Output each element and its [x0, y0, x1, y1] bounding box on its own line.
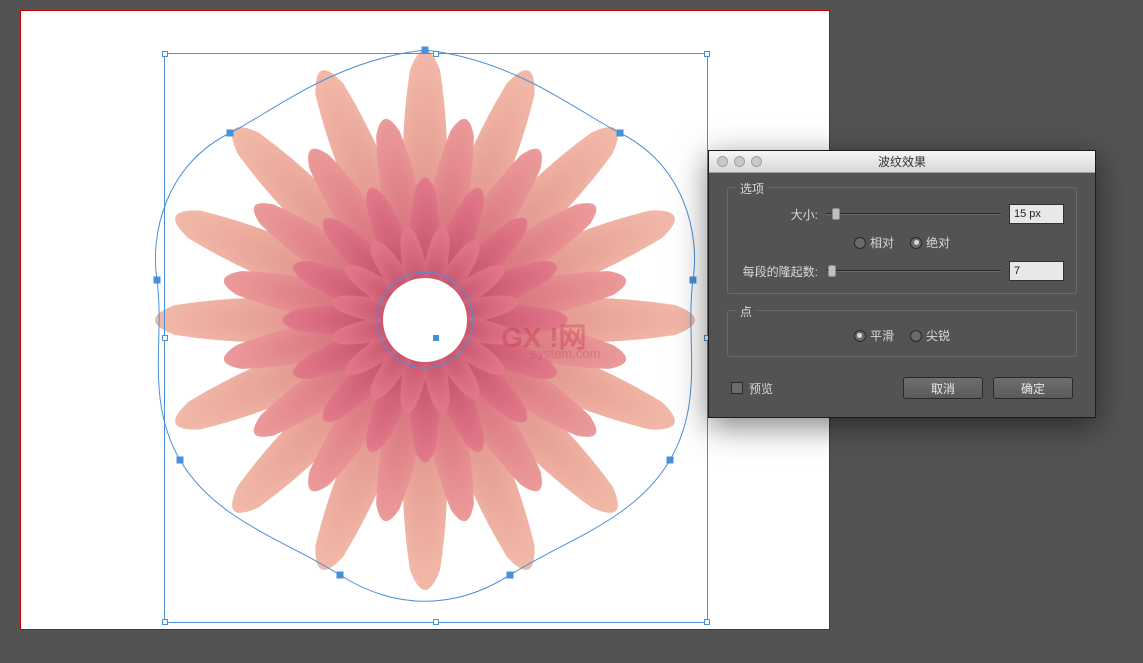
smooth-radio[interactable]: 平滑 — [854, 327, 894, 344]
cancel-button[interactable]: 取消 — [903, 377, 983, 399]
sharp-label: 尖锐 — [926, 327, 950, 344]
radio-icon — [854, 237, 866, 249]
ridges-slider-thumb[interactable] — [828, 265, 836, 277]
radio-icon — [910, 237, 922, 249]
dialog-footer: 预览 取消 确定 — [727, 373, 1077, 403]
size-slider-thumb[interactable] — [832, 208, 840, 220]
checkbox-icon — [731, 382, 743, 394]
absolute-radio[interactable]: 绝对 — [910, 234, 950, 251]
points-group-label: 点 — [736, 303, 756, 320]
radio-icon — [854, 330, 866, 342]
size-mode-radio-group: 相对 绝对 — [854, 234, 950, 251]
preview-label: 预览 — [749, 380, 773, 397]
sharp-radio[interactable]: 尖锐 — [910, 327, 950, 344]
options-group: 选项 大小: 15 px 相对 绝 — [727, 187, 1077, 294]
ridges-input[interactable]: 7 — [1009, 261, 1064, 281]
preview-checkbox[interactable]: 预览 — [731, 380, 773, 397]
radio-icon — [910, 330, 922, 342]
flower-center — [383, 278, 467, 362]
points-group: 点 平滑 尖锐 — [727, 310, 1077, 357]
size-label: 大小: — [740, 206, 818, 223]
points-mode-radio-group: 平滑 尖锐 — [854, 327, 950, 344]
size-slider[interactable] — [826, 206, 1001, 222]
ripple-effect-dialog[interactable]: 波纹效果 选项 大小: 15 px 相对 — [708, 150, 1096, 418]
smooth-label: 平滑 — [870, 327, 894, 344]
relative-radio[interactable]: 相对 — [854, 234, 894, 251]
relative-label: 相对 — [870, 234, 894, 251]
dialog-titlebar[interactable]: 波纹效果 — [709, 151, 1095, 173]
ok-button[interactable]: 确定 — [993, 377, 1073, 399]
options-group-label: 选项 — [736, 180, 768, 197]
ridges-label: 每段的隆起数: — [740, 263, 818, 280]
size-input[interactable]: 15 px — [1009, 204, 1064, 224]
absolute-label: 绝对 — [926, 234, 950, 251]
zoom-window-icon[interactable] — [751, 156, 762, 167]
flower-artwork[interactable] — [125, 20, 725, 620]
ridges-slider[interactable] — [826, 263, 1001, 279]
minimize-window-icon[interactable] — [734, 156, 745, 167]
close-window-icon[interactable] — [717, 156, 728, 167]
dialog-body: 选项 大小: 15 px 相对 绝 — [709, 173, 1095, 417]
dialog-title: 波纹效果 — [878, 153, 926, 170]
window-controls — [717, 156, 762, 167]
